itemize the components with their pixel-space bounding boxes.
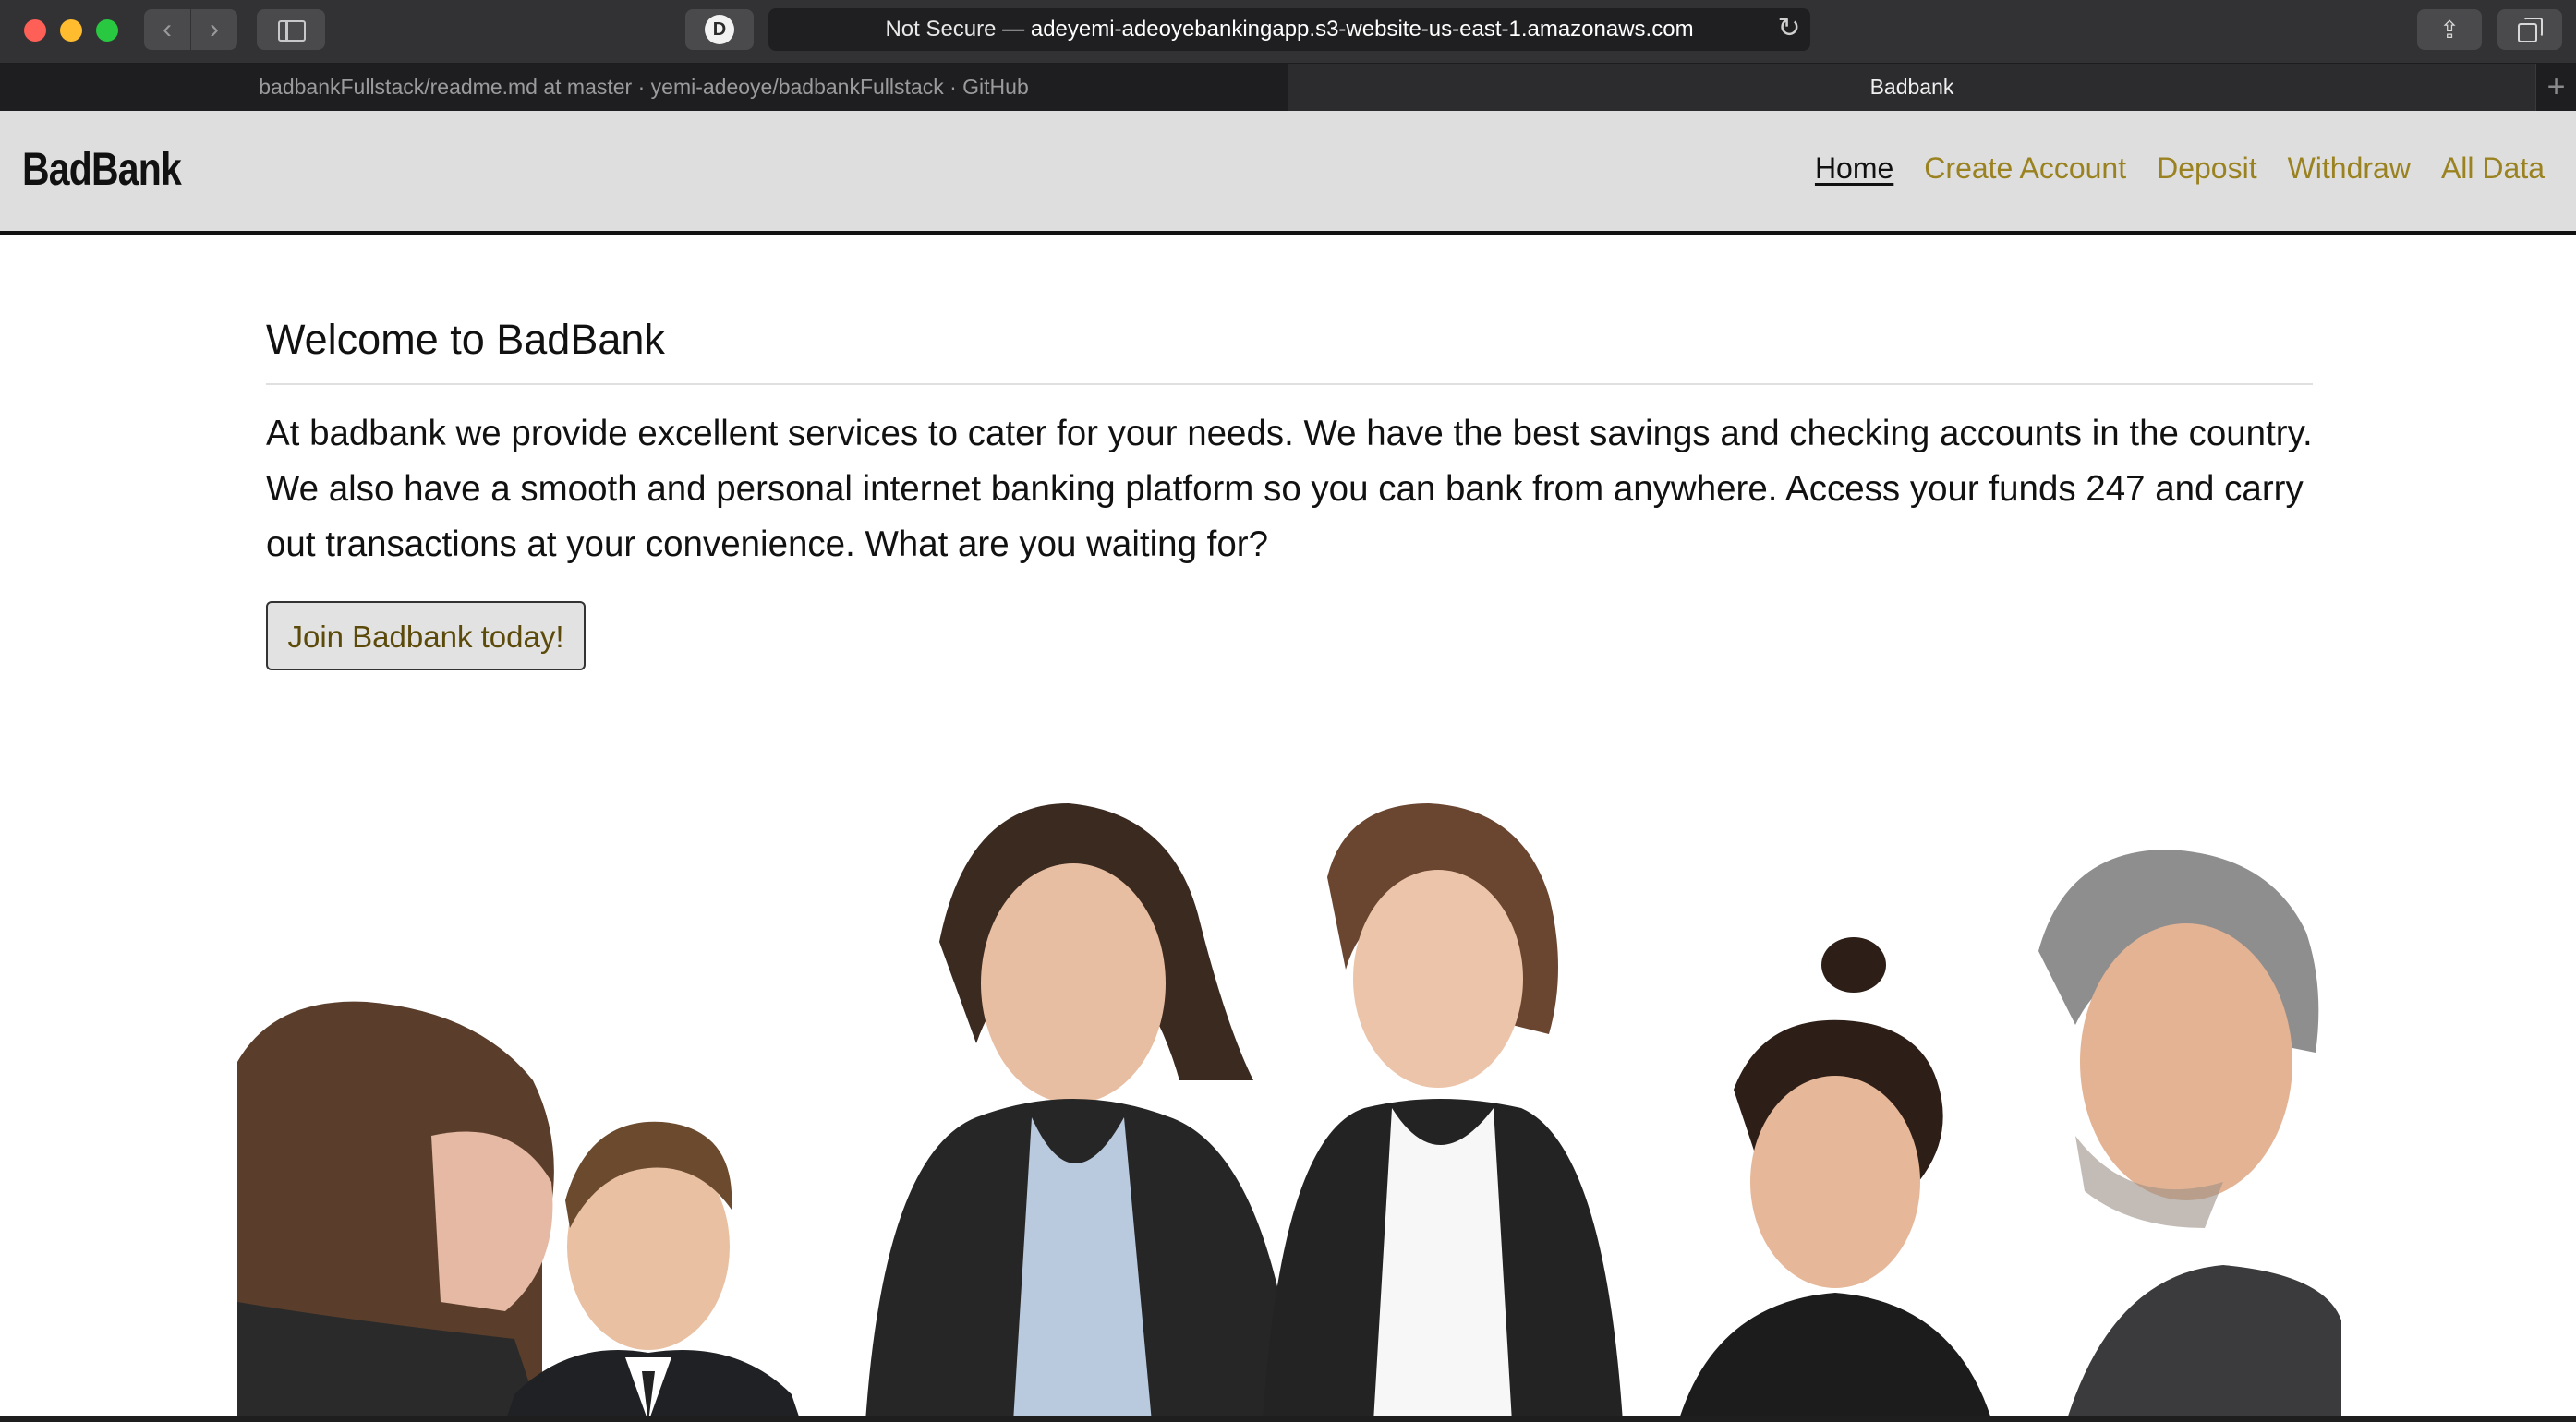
reload-icon: ↻ [1777, 13, 1801, 43]
nav-link-create-account[interactable]: Create Account [1924, 151, 2126, 186]
tab-bar: badbankFullstack/readme.md at master · y… [0, 64, 2576, 111]
window-bottom-edge [0, 1416, 2576, 1422]
tab-badbank[interactable]: Badbank [1288, 64, 2536, 111]
nav-link-deposit[interactable]: Deposit [2157, 151, 2257, 186]
join-badbank-button[interactable]: Join Badbank today! [266, 601, 586, 670]
security-status: Not Secure — [885, 17, 1025, 42]
tab-overview-button[interactable] [2497, 9, 2562, 50]
divider [266, 383, 2313, 385]
browser-titlebar: ‹ › D Not Secure — adeyemi-adeoyebanking… [0, 0, 2576, 64]
chevron-right-icon: › [210, 14, 219, 44]
privacy-badge-icon: D [705, 15, 734, 44]
address-bar[interactable]: Not Secure — adeyemi-adeoyebankingapp.s3… [768, 8, 1810, 51]
reload-button[interactable]: ↻ [1773, 10, 1805, 47]
nav-link-all-data[interactable]: All Data [2441, 151, 2545, 186]
minimize-window-button[interactable] [60, 19, 82, 42]
nav-link-home[interactable]: Home [1815, 151, 1893, 186]
new-tab-button[interactable]: + [2536, 64, 2576, 111]
back-button[interactable]: ‹ [144, 9, 190, 50]
tab-github-readme[interactable]: badbankFullstack/readme.md at master · y… [0, 64, 1288, 111]
site-navbar: BadBank Home Create Account Deposit With… [0, 111, 2576, 235]
nav-links: Home Create Account Deposit Withdraw All… [1815, 151, 2545, 186]
page-title: Welcome to BadBank [266, 316, 665, 363]
sidebar-icon [278, 20, 306, 42]
show-sidebar-button[interactable] [257, 9, 325, 50]
zoom-window-button[interactable] [96, 19, 118, 42]
share-icon: ⇪ [2439, 16, 2460, 43]
privacy-report-button[interactable]: D [685, 9, 754, 50]
close-window-button[interactable] [24, 19, 46, 42]
nav-link-withdraw[interactable]: Withdraw [2288, 151, 2411, 186]
chevron-left-icon: ‹ [163, 14, 172, 44]
url-host: adeyemi-adeoyebankingapp.s3-website-us-e… [1030, 17, 1694, 42]
forward-button[interactable]: › [191, 9, 237, 50]
hero-team-photo [237, 748, 2341, 1422]
share-button[interactable]: ⇪ [2417, 9, 2482, 50]
brand-logo[interactable]: BadBank [22, 142, 182, 196]
intro-paragraph: At badbank we provide excellent services… [266, 414, 2313, 564]
